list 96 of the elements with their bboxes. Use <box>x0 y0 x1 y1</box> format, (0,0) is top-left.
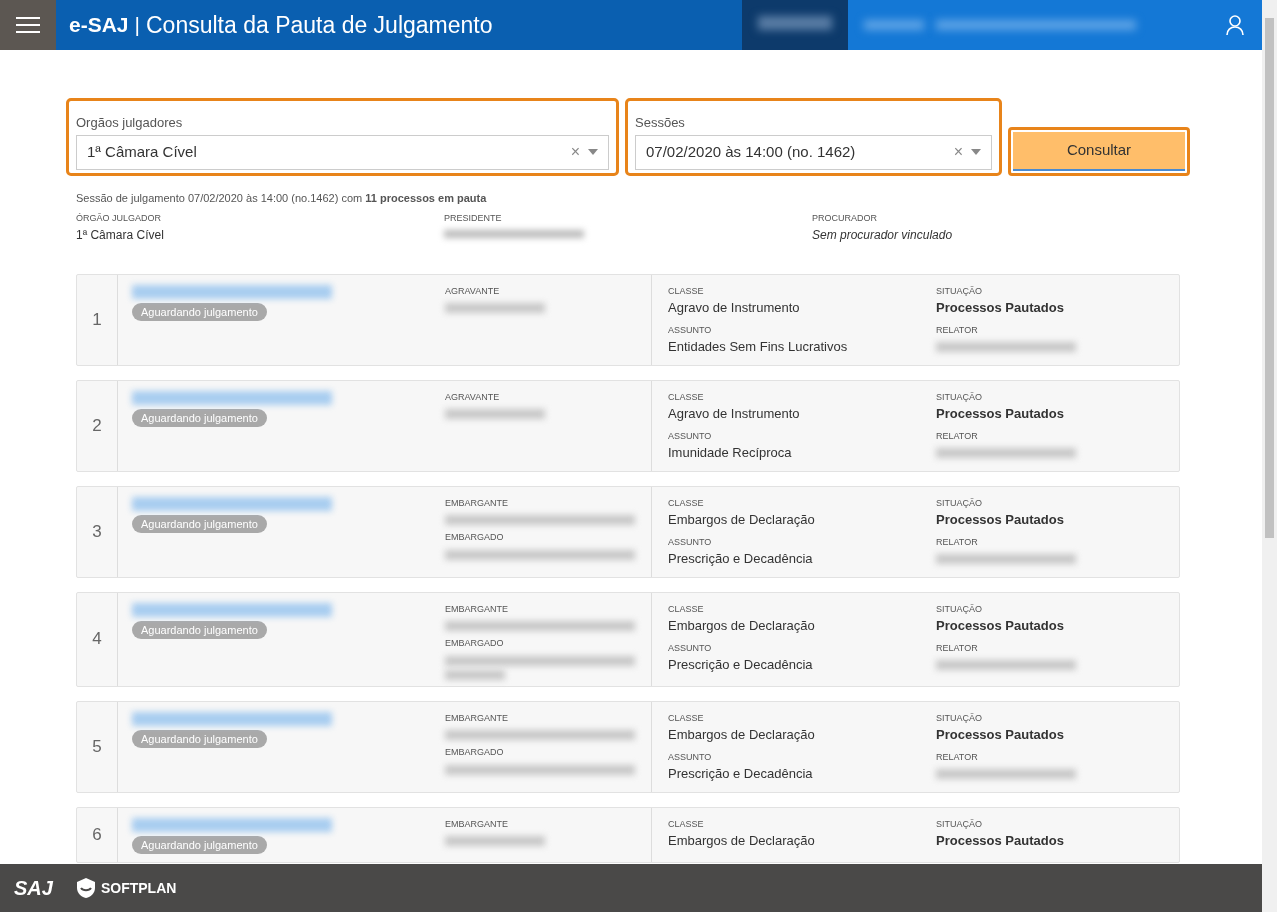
select-field[interactable]: 07/02/2020 às 14:00 (no. 1462) × <box>635 134 992 170</box>
user-icon[interactable] <box>1226 15 1244 35</box>
party-label: EMBARGANTE <box>445 817 509 831</box>
redacted-link[interactable] <box>132 390 332 405</box>
redacted-link[interactable] <box>132 602 332 617</box>
info-label: ÓRGÃO JULGADOR <box>76 212 162 225</box>
field-value: Prescrição e Decadência <box>668 656 814 674</box>
field-label: RELATOR <box>936 641 979 655</box>
status-badge: Aguardando julgamento <box>132 514 267 533</box>
field-label: SITUAÇÃO <box>936 284 983 298</box>
info-value: Sem procurador vinculado <box>812 226 954 244</box>
field-value: Processos Pautados <box>936 299 1065 317</box>
field-value: Prescrição e Decadência <box>668 550 814 568</box>
row-number: 2 <box>92 414 102 437</box>
field-label: RELATOR <box>936 750 979 764</box>
info-label: PROCURADOR <box>812 212 878 225</box>
field-label: SITUAÇÃO <box>936 817 983 831</box>
field-value: Prescrição e Decadência <box>668 765 814 783</box>
process-card[interactable]: 6 Aguardando julgamento EMBARGANTE CLASSE Embargos de Declaração SITUAÇÃO Processos Pautados <box>76 806 1180 863</box>
field-value: Entidades Sem Fins Lucrativos <box>668 338 849 356</box>
field-label: CLASSE <box>668 496 705 510</box>
caret-icon[interactable] <box>971 149 981 155</box>
process-card[interactable]: 5 Aguardando julgamento EMBARGANTE EMBARGADO CLASSE Embargos de Declaração SITUAÇÃO Processos Pautados ASSUNTO Prescrição e Decadência RELATOR <box>76 700 1180 793</box>
consultar-button[interactable]: Consultar <box>1013 131 1185 171</box>
shield-icon <box>74 877 97 899</box>
field-label: ASSUNTO <box>668 429 713 443</box>
field-label: RELATOR <box>936 429 979 443</box>
field-value: Agravo de Instrumento <box>668 299 801 317</box>
field-value: Processos Pautados <box>936 617 1065 635</box>
status-badge: Aguardando julgamento <box>132 620 267 639</box>
field-label: CLASSE <box>668 390 705 404</box>
process-card[interactable]: 1 Aguardando julgamento AGRAVANTE CLASSE Agravo de Instrumento SITUAÇÃO Processos Pautados ASSUNTO Entidades Sem Fins Lucrativos RELATOR <box>76 273 1180 366</box>
party-label: EMBARGADO <box>445 746 505 759</box>
process-card[interactable]: 4 Aguardando julgamento EMBARGANTE EMBARGADO CLASSE Embargos de Declaração SITUAÇÃO Processos Pautados ASSUNTO Prescrição e Decadência RELATOR <box>76 591 1180 687</box>
field-label: Sessões <box>635 114 686 132</box>
status-badge: Aguardando julgamento <box>132 729 267 748</box>
redacted-link[interactable] <box>132 817 332 832</box>
party-label: EMBARGANTE <box>445 496 509 510</box>
process-card[interactable]: 2 Aguardando julgamento AGRAVANTE CLASSE Agravo de Instrumento SITUAÇÃO Processos Pautados ASSUNTO Imunidade Recíproca RELATOR <box>76 379 1180 472</box>
select-field[interactable]: 1ª Câmara Cível × <box>76 134 609 170</box>
field-label: CLASSE <box>668 711 705 725</box>
row-number: 4 <box>92 628 102 651</box>
info-label: PRESIDENTE <box>444 212 503 225</box>
redacted-link[interactable] <box>132 496 332 511</box>
field-value: Embargos de Declaração <box>668 726 816 744</box>
process-card[interactable]: 3 Aguardando julgamento EMBARGANTE EMBARGADO CLASSE Embargos de Declaração SITUAÇÃO Processos Pautados ASSUNTO Prescrição e Decadência RELATOR <box>76 485 1180 578</box>
field-label: SITUAÇÃO <box>936 390 983 404</box>
field-label: RELATOR <box>936 535 979 549</box>
status-badge: Aguardando julgamento <box>132 835 267 854</box>
title-separator: | <box>134 12 140 39</box>
row-number: 6 <box>92 823 102 846</box>
field-value: Embargos de Declaração <box>668 832 816 850</box>
status-badge: Aguardando julgamento <box>132 408 267 427</box>
redacted-link[interactable] <box>132 284 332 299</box>
field-value: Processos Pautados <box>936 511 1065 529</box>
status-badge: Aguardando julgamento <box>132 302 267 321</box>
row-number: 3 <box>92 520 102 543</box>
redacted-link[interactable] <box>132 711 332 726</box>
party-label: EMBARGADO <box>445 637 505 650</box>
field-label: RELATOR <box>936 323 979 337</box>
field-label: CLASSE <box>668 602 705 616</box>
field-label: ASSUNTO <box>668 535 713 549</box>
field-value: Processos Pautados <box>936 832 1065 850</box>
party-label: AGRAVANTE <box>445 284 501 298</box>
field-label: CLASSE <box>668 817 705 831</box>
info-value: 1ª Câmara Cível <box>76 226 165 244</box>
redacted-text <box>445 669 505 680</box>
page-title: Consulta da Pauta de Julgamento <box>146 10 493 40</box>
field-label: SITUAÇÃO <box>936 496 983 510</box>
menu-button[interactable] <box>0 0 56 50</box>
brand-logo: e-SAJ <box>69 12 129 39</box>
field-value: Embargos de Declaração <box>668 511 816 529</box>
party-label: EMBARGANTE <box>445 711 509 725</box>
field-value: Imunidade Recíproca <box>668 444 793 462</box>
row-number: 5 <box>92 735 102 758</box>
field-label: Orgãos julgadores <box>76 114 184 132</box>
softplan-logo: SOFTPLAN <box>100 878 177 898</box>
field-value: Processos Pautados <box>936 405 1065 423</box>
field-label: SITUAÇÃO <box>936 602 983 616</box>
party-label: EMBARGANTE <box>445 602 509 616</box>
session-summary: Sessão de julgamento 07/02/2020 às 14:00 (no.1462) com 11 processos em pauta <box>76 190 488 206</box>
scrollbar[interactable] <box>1262 0 1277 912</box>
field-value: Agravo de Instrumento <box>668 405 801 423</box>
field-label: ASSUNTO <box>668 323 713 337</box>
field-label: CLASSE <box>668 284 705 298</box>
party-label: AGRAVANTE <box>445 390 501 404</box>
row-number: 1 <box>92 308 102 331</box>
field-label: ASSUNTO <box>668 750 713 764</box>
caret-icon[interactable] <box>588 149 598 155</box>
field-label: SITUAÇÃO <box>936 711 983 725</box>
field-value: Embargos de Declaração <box>668 617 816 635</box>
party-label: EMBARGADO <box>445 531 505 544</box>
menu-icon <box>16 17 40 33</box>
field-label: ASSUNTO <box>668 641 713 655</box>
saj-logo: SAJ <box>14 876 53 901</box>
field-value: Processos Pautados <box>936 726 1065 744</box>
